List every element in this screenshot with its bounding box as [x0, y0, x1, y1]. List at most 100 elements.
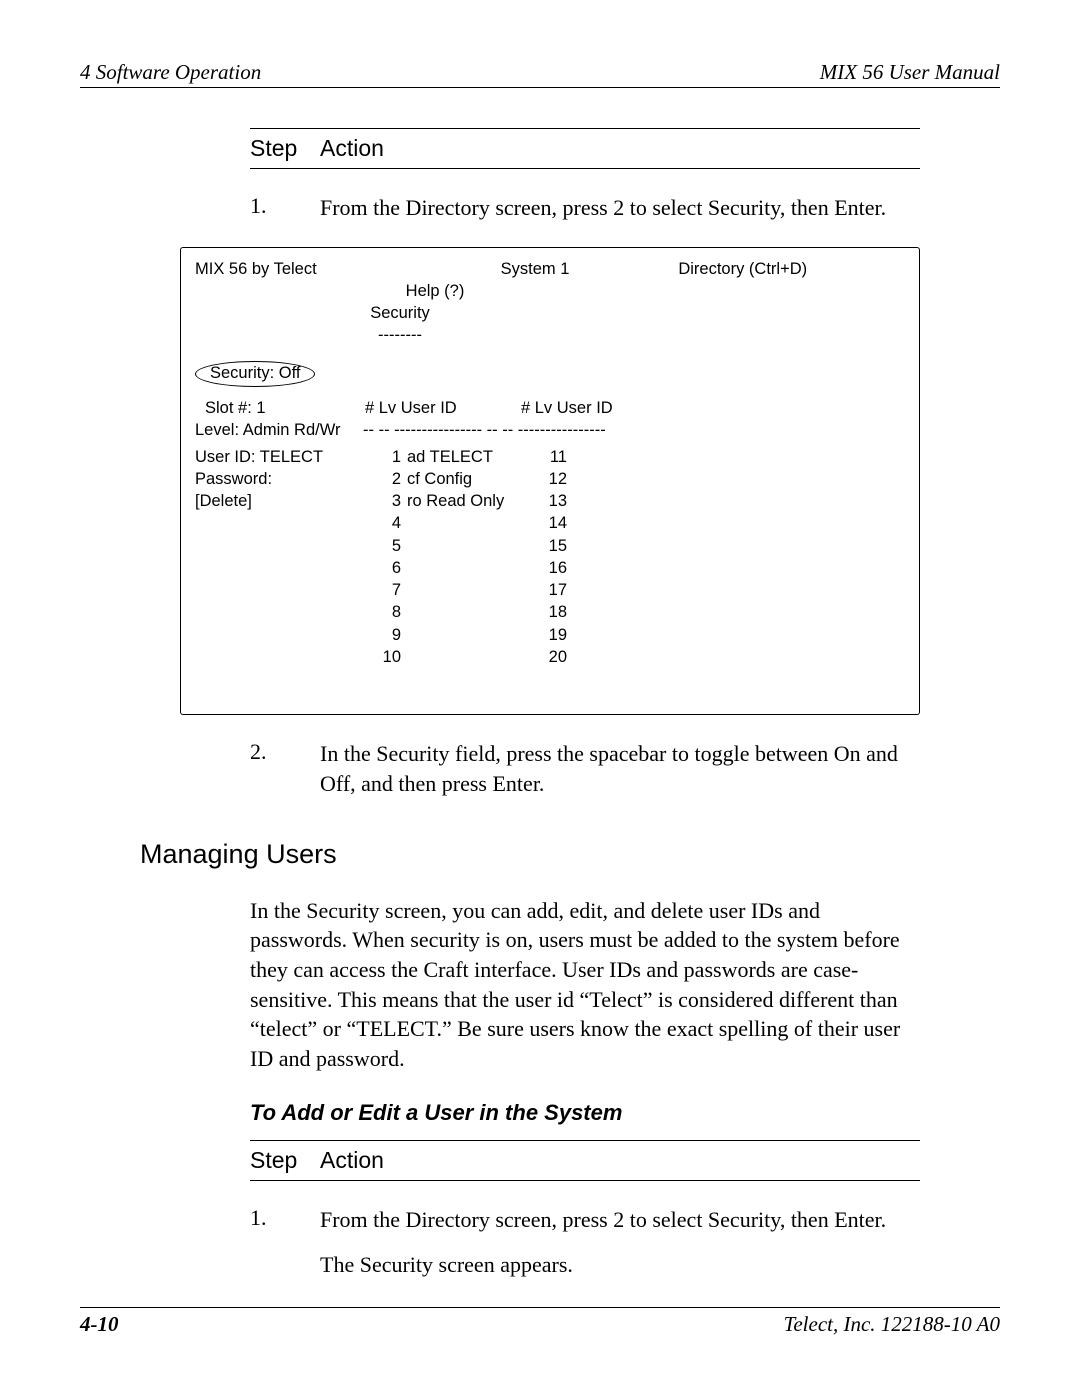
terminal-cell [195, 624, 355, 646]
terminal-cell: 17 [517, 579, 573, 601]
terminal-cell: User ID: TELECT [195, 446, 355, 468]
terminal-cell: 11 [517, 446, 573, 468]
terminal-grid-row: 7 17 [195, 579, 905, 601]
table-row: 1. From the Directory screen, press 2 to… [250, 169, 920, 223]
terminal-cell: 8 [355, 601, 407, 623]
terminal-cell [573, 490, 683, 512]
step-action-table-2: Step Action 1. From the Directory screen… [250, 1140, 920, 1280]
terminal-cell [195, 535, 355, 557]
terminal-cell: [Delete] [195, 490, 355, 512]
terminal-system: System 1 [422, 258, 649, 280]
terminal-cell [407, 535, 517, 557]
terminal-user-grid: User ID: TELECT1ad TELECT11Password:2cf … [195, 446, 905, 669]
step-number: 1. [250, 193, 320, 223]
step-text: In the Security field, press the spaceba… [320, 739, 920, 798]
terminal-cell: 13 [517, 490, 573, 512]
step-action-table-1b: 2. In the Security field, press the spac… [250, 715, 920, 798]
terminal-sep-row: Level: Admin Rd/Wr -- -- ---------------… [195, 419, 905, 441]
terminal-cell: 9 [355, 624, 407, 646]
terminal-cell: 5 [355, 535, 407, 557]
running-footer: 4-10 Telect, Inc. 122188-10 A0 [80, 1307, 1000, 1337]
security-field-row: Security: Off [195, 361, 905, 387]
terminal-cell: 12 [517, 468, 573, 490]
slot-label: Slot #: 1 [195, 397, 365, 419]
terminal-cell [573, 579, 683, 601]
terminal-cell [195, 557, 355, 579]
terminal-cell: 15 [517, 535, 573, 557]
terminal-title: Security [0, 302, 905, 324]
terminal-cell: Password: [195, 468, 355, 490]
table-header: Step Action [250, 128, 920, 169]
terminal-cell [573, 601, 683, 623]
table-row: 1. From the Directory screen, press 2 to… [250, 1181, 920, 1235]
terminal-cell [573, 624, 683, 646]
terminal-cell [573, 646, 683, 668]
terminal-grid-row: Password:2cf Config12 [195, 468, 905, 490]
page: 4 Software Operation MIX 56 User Manual … [0, 0, 1080, 1397]
terminal-cell: 2 [355, 468, 407, 490]
table-header: Step Action [250, 1140, 920, 1181]
terminal-cell [407, 646, 517, 668]
terminal-cell [573, 446, 683, 468]
terminal-grid-row: [Delete]3ro Read Only13 [195, 490, 905, 512]
terminal-grid-row: 8 18 [195, 601, 905, 623]
step-number [250, 1250, 320, 1280]
terminal-cell [195, 512, 355, 534]
level-label: Level: Admin Rd/Wr [195, 419, 355, 441]
table-row: 2. In the Security field, press the spac… [250, 715, 920, 798]
terminal-grid-row: 6 16 [195, 557, 905, 579]
security-toggle-highlight: Security: Off [195, 361, 315, 387]
terminal-cell: 10 [355, 646, 407, 668]
terminal-cell [407, 624, 517, 646]
terminal-cell [195, 579, 355, 601]
col-action-label: Action [320, 1147, 384, 1174]
table-row: The Security screen appears. [250, 1234, 920, 1280]
terminal-cell: ro Read Only [407, 490, 517, 512]
body-paragraph: In the Security screen, you can add, edi… [250, 896, 920, 1074]
separator-line: -- -- ---------------- -- -- -----------… [355, 419, 606, 441]
header-left: 4 Software Operation [80, 60, 261, 85]
header-right: MIX 56 User Manual [820, 60, 1000, 85]
terminal-columns-header: Slot #: 1 # Lv User ID # Lv User ID [195, 397, 905, 419]
footer-right: Telect, Inc. 122188-10 A0 [784, 1312, 1000, 1337]
terminal-cell: 16 [517, 557, 573, 579]
terminal-grid-row: 4 14 [195, 512, 905, 534]
section-heading: Managing Users [140, 839, 1000, 870]
terminal-cell: 19 [517, 624, 573, 646]
terminal-cell [573, 468, 683, 490]
step-text: From the Directory screen, press 2 to se… [320, 1205, 920, 1235]
terminal-cell [407, 512, 517, 534]
terminal-cell: ad TELECT [407, 446, 517, 468]
terminal-help: Help (?) [0, 280, 905, 302]
page-number: 4-10 [80, 1312, 119, 1337]
col-step-label: Step [250, 1147, 320, 1174]
step-number: 1. [250, 1205, 320, 1235]
terminal-cell: 7 [355, 579, 407, 601]
terminal-cell: 14 [517, 512, 573, 534]
terminal-cell: 18 [517, 601, 573, 623]
terminal-cell [195, 601, 355, 623]
terminal-cell [407, 601, 517, 623]
terminal-cell: 1 [355, 446, 407, 468]
terminal-cell [573, 512, 683, 534]
content: Step Action 1. From the Directory screen… [80, 128, 1000, 1280]
step-number: 2. [250, 739, 320, 798]
terminal-cell: 6 [355, 557, 407, 579]
step-extra-text: The Security screen appears. [320, 1250, 920, 1280]
col-header-2: # Lv User ID [521, 397, 677, 419]
step-text: From the Directory screen, press 2 to se… [320, 193, 920, 223]
terminal-cell [407, 579, 517, 601]
terminal-cell [407, 557, 517, 579]
terminal-screenshot: MIX 56 by Telect System 1 Directory (Ctr… [180, 247, 920, 716]
terminal-cell [195, 646, 355, 668]
terminal-cell [573, 557, 683, 579]
col-action-label: Action [320, 135, 384, 162]
terminal-cell: cf Config [407, 468, 517, 490]
terminal-cell: 4 [355, 512, 407, 534]
col-step-label: Step [250, 135, 320, 162]
step-action-table-1: Step Action 1. From the Directory screen… [250, 128, 920, 223]
terminal-product: MIX 56 by Telect [195, 258, 422, 280]
sub-heading: To Add or Edit a User in the System [250, 1100, 1000, 1126]
terminal-cell: 3 [355, 490, 407, 512]
col-header-1: # Lv User ID [365, 397, 521, 419]
